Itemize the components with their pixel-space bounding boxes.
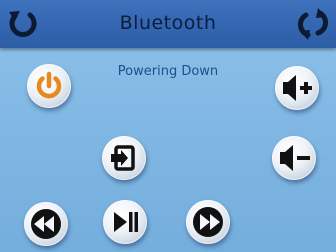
- volume-down-button[interactable]: [272, 136, 316, 180]
- header-bar: Bluetooth: [0, 0, 336, 48]
- volume-down-icon: [280, 145, 310, 171]
- input-select-icon: [111, 145, 135, 171]
- page-title: Bluetooth: [119, 12, 217, 34]
- fast-forward-button[interactable]: [186, 200, 230, 244]
- volume-up-button[interactable]: [275, 66, 319, 110]
- play-pause-icon: [114, 212, 138, 232]
- input-select-button[interactable]: [102, 136, 146, 180]
- power-icon: [36, 71, 62, 99]
- volume-up-icon: [283, 75, 312, 101]
- fast-forward-icon: [193, 207, 223, 237]
- rewind-icon: [31, 209, 61, 239]
- rewind-button[interactable]: [24, 202, 68, 246]
- power-button[interactable]: [27, 64, 71, 108]
- bluetooth-screen: Bluetooth Powering Down: [0, 0, 336, 252]
- refresh-icon[interactable]: [296, 7, 330, 41]
- play-pause-button[interactable]: [103, 200, 147, 244]
